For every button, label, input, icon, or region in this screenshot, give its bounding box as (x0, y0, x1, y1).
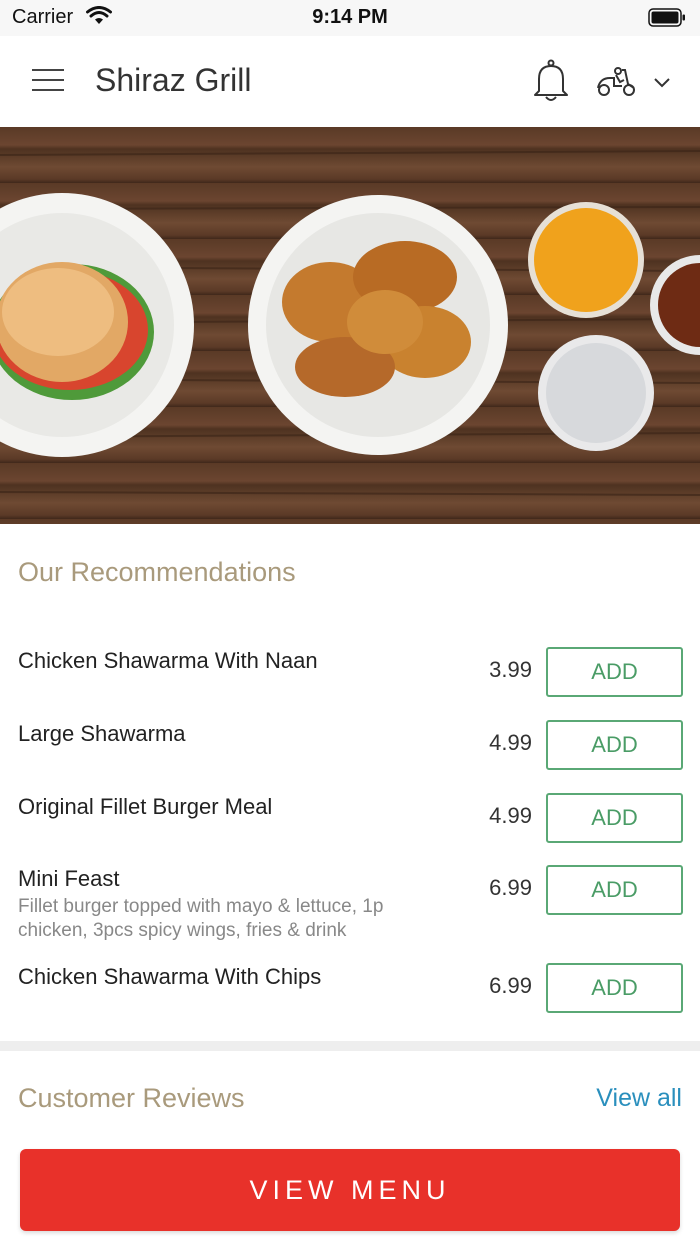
add-button[interactable]: ADD (546, 963, 683, 1013)
scooter-icon[interactable] (596, 66, 638, 103)
item-price: 3.99 (489, 657, 532, 682)
bell-icon[interactable] (531, 58, 571, 109)
add-button[interactable]: ADD (546, 793, 683, 843)
status-time: 9:14 PM (312, 6, 388, 28)
chicken-plate (248, 195, 508, 455)
reviews-title: Customer Reviews (18, 1083, 245, 1113)
add-button[interactable]: ADD (546, 720, 683, 770)
section-divider (0, 1041, 700, 1051)
item-price: 6.99 (489, 973, 532, 998)
item-price: 4.99 (489, 730, 532, 755)
hero-banner-image (0, 127, 700, 524)
battery-icon (648, 8, 686, 33)
item-price: 4.99 (489, 803, 532, 828)
recommendations-title: Our Recommendations (18, 557, 296, 587)
add-button[interactable]: ADD (546, 647, 683, 697)
status-bar: Carrier 9:14 PM (0, 0, 700, 36)
chevron-down-icon[interactable] (653, 76, 671, 94)
burger-plate (0, 193, 194, 457)
add-button[interactable]: ADD (546, 865, 683, 915)
item-description: Fillet burger topped with mayo & lettuce… (18, 896, 384, 941)
app-header: Shiraz Grill (0, 36, 700, 127)
view-all-reviews-link[interactable]: View all (596, 1084, 682, 1113)
sauce-cups (528, 202, 700, 451)
item-price: 6.99 (489, 875, 532, 900)
view-menu-button[interactable]: VIEW MENU (20, 1149, 680, 1231)
restaurant-title: Shiraz Grill (95, 62, 252, 98)
menu-icon[interactable] (30, 67, 66, 95)
